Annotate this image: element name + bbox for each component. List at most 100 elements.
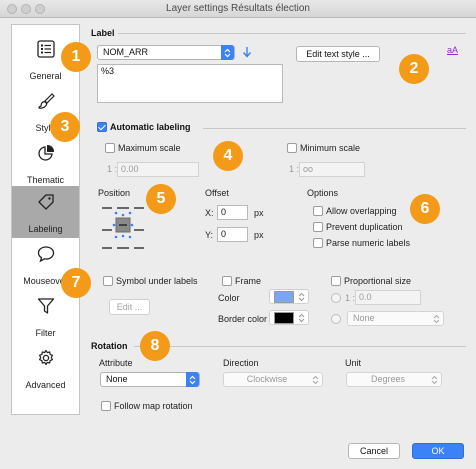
callout-badge: 5	[146, 184, 176, 214]
position-grid[interactable]	[100, 203, 146, 251]
chevron-updown-icon	[428, 372, 441, 387]
offset-x-input[interactable]: 0	[217, 205, 248, 220]
chevron-updown-icon	[295, 310, 308, 325]
offset-x-unit: px	[254, 208, 264, 218]
insert-field-arrow-icon[interactable]	[242, 46, 252, 58]
edit-text-style-button[interactable]: Edit text style ...	[296, 46, 380, 62]
chevron-updown-icon	[295, 289, 308, 304]
follow-map-rotation-checkbox[interactable]	[101, 401, 111, 411]
window-titlebar: Layer settings Résultats élection	[0, 0, 476, 18]
sidebar-item-thematic[interactable]: Thematic	[12, 137, 79, 189]
sidebar-item-label: Advanced	[25, 380, 66, 390]
maximum-scale-label: Maximum scale	[118, 143, 181, 153]
rotation-section-title: Rotation	[91, 341, 128, 351]
options-title: Options	[307, 188, 339, 198]
minimum-scale-label: Minimum scale	[300, 143, 361, 153]
callout-badge: 3	[50, 112, 80, 142]
prevent-duplication-label: Prevent duplication	[326, 222, 403, 232]
follow-map-rotation-label: Follow map rotation	[114, 401, 193, 411]
minimum-scale-checkbox[interactable]	[287, 143, 297, 153]
rotation-attribute-label: Attribute	[99, 358, 133, 368]
chevron-updown-icon	[186, 372, 199, 387]
rotation-attribute-select[interactable]: None	[100, 372, 200, 387]
position-title: Position	[98, 188, 131, 198]
callout-badge: 1	[61, 42, 91, 72]
frame-border-color-label: Border color	[218, 314, 268, 324]
proportional-size-checkbox[interactable]	[331, 276, 341, 286]
label-expression-text: %3	[101, 66, 115, 76]
divider	[203, 128, 466, 129]
maximum-scale-prefix: 1 :	[107, 164, 118, 174]
cancel-button[interactable]: Cancel	[348, 443, 400, 459]
callout-badge: 4	[213, 141, 243, 171]
speech-bubble-icon	[12, 244, 79, 264]
offset-y-unit: px	[254, 230, 264, 240]
frame-border-color-picker[interactable]	[269, 310, 309, 325]
window-title: Layer settings Résultats élection	[166, 3, 310, 14]
sidebar-item-label: Thematic	[26, 175, 64, 185]
chevron-updown-icon	[309, 372, 322, 387]
frame-color-swatch	[274, 291, 294, 303]
offset-y-value: 0	[221, 229, 227, 239]
offset-y-input[interactable]: 0	[217, 227, 248, 242]
minimum-scale-input[interactable]: oo	[299, 162, 365, 177]
proportional-scale-value: 0.0	[359, 292, 372, 302]
allow-overlapping-checkbox[interactable]	[313, 206, 323, 216]
rotation-attribute-value: None	[106, 374, 128, 384]
symbol-edit-button[interactable]: Edit ...	[109, 299, 150, 315]
rotation-unit-value: Degrees	[370, 374, 406, 384]
frame-checkbox[interactable]	[222, 276, 232, 286]
minimum-scale-value: oo	[303, 164, 314, 174]
proportional-size-label: Proportional size	[344, 276, 412, 286]
proportional-field-value: None	[353, 313, 375, 323]
symbol-under-labels-checkbox[interactable]	[103, 276, 113, 286]
ok-button[interactable]: OK	[412, 443, 464, 459]
allow-overlapping-label: Allow overlapping	[326, 206, 397, 216]
maximum-scale-input[interactable]: 0.00	[117, 162, 199, 177]
rotation-unit-label: Unit	[345, 358, 362, 368]
callout-badge: 2	[399, 54, 429, 84]
automatic-labeling-title: Automatic labeling	[110, 122, 191, 132]
rotation-direction-select[interactable]: Clockwise	[223, 372, 323, 387]
label-field-select[interactable]: NOM_ARR	[97, 45, 235, 60]
frame-label: Frame	[235, 276, 262, 286]
rotation-unit-select[interactable]: Degrees	[346, 372, 442, 387]
proportional-field-radio[interactable]	[331, 314, 341, 324]
callout-badge: 7	[61, 268, 91, 298]
automatic-labeling-checkbox[interactable]	[97, 122, 107, 132]
text-style-preview: aA	[447, 45, 459, 55]
frame-border-color-swatch	[274, 312, 294, 324]
sidebar-item-filter[interactable]: Filter	[12, 290, 79, 342]
frame-color-picker[interactable]	[269, 289, 309, 304]
divider	[134, 346, 466, 347]
parse-numeric-checkbox[interactable]	[313, 238, 323, 248]
divider	[118, 33, 466, 34]
proportional-scale-radio[interactable]	[331, 293, 341, 303]
tag-icon	[12, 192, 79, 212]
offset-x-value: 0	[221, 207, 227, 217]
maximum-scale-checkbox[interactable]	[105, 143, 115, 153]
sidebar-item-labeling[interactable]: Labeling	[12, 186, 79, 238]
gear-icon	[12, 348, 79, 368]
sidebar-item-label: Filter	[35, 328, 56, 338]
label-section-title: Label	[91, 28, 115, 38]
offset-x-label: X:	[205, 208, 214, 218]
offset-title: Offset	[205, 188, 229, 198]
chevron-updown-icon	[430, 311, 443, 326]
sidebar-item-label: Labeling	[28, 224, 63, 234]
proportional-scale-prefix: 1 :	[345, 293, 356, 303]
offset-y-label: Y:	[205, 230, 214, 240]
brush-icon	[12, 91, 79, 111]
parse-numeric-label: Parse numeric labels	[326, 238, 411, 248]
prevent-duplication-checkbox[interactable]	[313, 222, 323, 232]
label-expression-input[interactable]: %3	[97, 64, 283, 103]
sidebar-item-advanced[interactable]: Advanced	[12, 342, 79, 394]
label-field-value: NOM_ARR	[103, 47, 149, 57]
settings-sidebar: General Style Thematic Labeling Mouseove…	[11, 24, 80, 415]
maximum-scale-value: 0.00	[121, 164, 139, 174]
proportional-scale-input[interactable]: 0.0	[355, 290, 421, 305]
minimum-scale-prefix: 1 :	[289, 164, 300, 174]
symbol-under-labels-label: Symbol under labels	[116, 276, 198, 286]
sidebar-item-label: General	[29, 71, 62, 81]
proportional-field-select[interactable]: None	[347, 311, 444, 326]
